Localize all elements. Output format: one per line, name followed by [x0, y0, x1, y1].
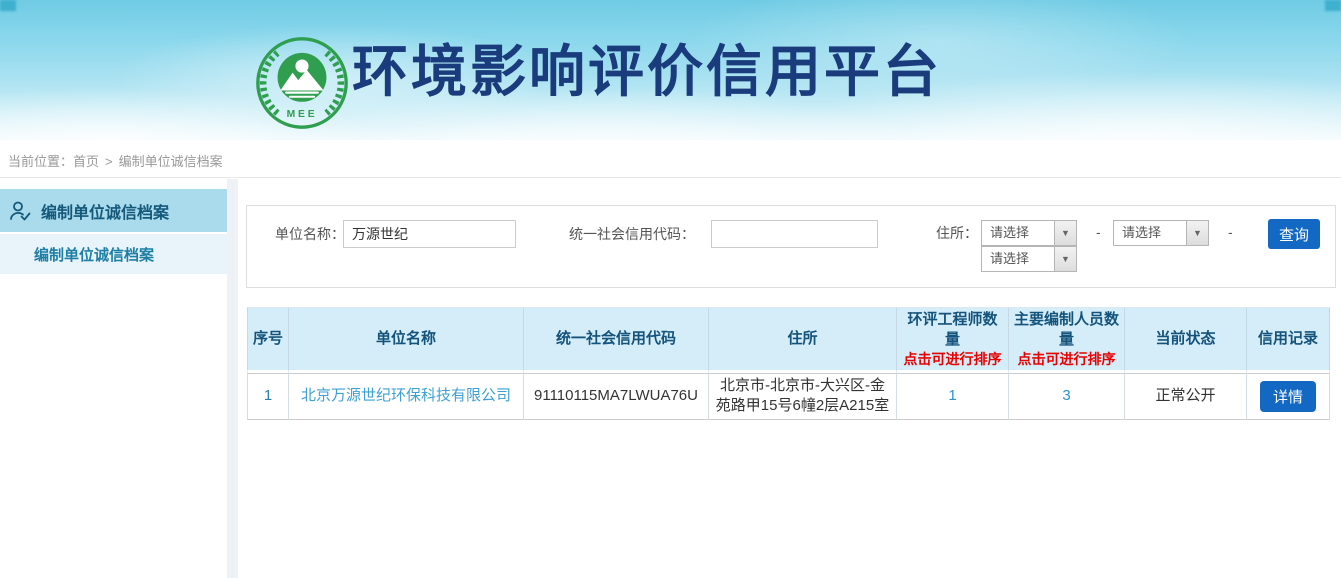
- sort-hint[interactable]: 点击可进行排序: [901, 350, 1004, 368]
- credit-code-input[interactable]: [711, 220, 878, 248]
- results-table-wrapper: 序号 单位名称 统一社会信用代码 住所 环评工程师数量 点击可进行排序 主要编制…: [247, 307, 1330, 420]
- site-banner: MEE 环境影响评价信用平台: [0, 0, 1341, 140]
- col-address: 住所: [709, 307, 897, 370]
- breadcrumb-prefix: 当前位置：: [8, 154, 73, 169]
- main-content: 单位名称： 统一社会信用代码： 住所： 请选择 ▼ - 请选择 ▼ - 请选择 …: [238, 179, 1341, 578]
- engineer-count-link[interactable]: 1: [948, 387, 956, 404]
- page-body: 编制单位诚信档案 编制单位诚信档案 单位名称： 统一社会信用代码： 住所： 请选…: [0, 179, 1341, 578]
- address-dash: -: [1096, 224, 1101, 240]
- banner-corner-decoration: [1325, 0, 1341, 11]
- mee-logo-icon: MEE: [255, 36, 349, 130]
- district-select[interactable]: 请选择 ▼: [981, 246, 1077, 272]
- city-select[interactable]: 请选择 ▼: [1113, 220, 1209, 246]
- breadcrumb-separator: >: [105, 154, 113, 169]
- table-header-row: 序号 单位名称 统一社会信用代码 住所 环评工程师数量 点击可进行排序 主要编制…: [247, 307, 1330, 370]
- query-button[interactable]: 查询: [1268, 219, 1320, 249]
- col-status: 当前状态: [1125, 307, 1247, 370]
- sidebar-item-archive-group[interactable]: 编制单位诚信档案: [0, 189, 227, 232]
- province-select[interactable]: 请选择 ▼: [981, 220, 1077, 246]
- breadcrumb-current: 编制单位诚信档案: [119, 154, 223, 169]
- site-title: 环境影响评价信用平台: [352, 34, 942, 110]
- sidebar: 编制单位诚信档案 编制单位诚信档案: [0, 179, 227, 578]
- chevron-down-icon[interactable]: ▼: [1054, 247, 1076, 271]
- address-cell: 北京市-北京市-大兴区-金苑路甲15号6幢2层A215室: [709, 373, 897, 420]
- col-index: 序号: [247, 307, 289, 370]
- sidebar-divider: [227, 179, 238, 578]
- logo-text: MEE: [287, 109, 318, 120]
- breadcrumb-home-link[interactable]: 首页: [73, 154, 99, 169]
- company-name-link[interactable]: 北京万源世纪环保科技有限公司: [301, 387, 511, 404]
- col-credit-code: 统一社会信用代码: [524, 307, 709, 370]
- staff-count-link[interactable]: 3: [1062, 387, 1070, 404]
- col-unit-name: 单位名称: [289, 307, 524, 370]
- city-select-value: 请选择: [1114, 221, 1186, 245]
- results-table: 序号 单位名称 统一社会信用代码 住所 环评工程师数量 点击可进行排序 主要编制…: [247, 307, 1330, 420]
- province-select-value: 请选择: [982, 221, 1054, 245]
- table-row: 1 北京万源世纪环保科技有限公司 91110115MA7LWUA76U 北京市-…: [247, 373, 1330, 420]
- sort-hint[interactable]: 点击可进行排序: [1013, 350, 1120, 368]
- banner-corner-decoration: [0, 0, 16, 11]
- credit-code-label: 统一社会信用代码：: [569, 220, 695, 248]
- address-label: 住所：: [936, 219, 978, 247]
- sidebar-item-label: 编制单位诚信档案: [41, 199, 169, 223]
- breadcrumb-bar: 当前位置：首页 > 编制单位诚信档案: [0, 140, 1341, 178]
- col-credit-record: 信用记录: [1247, 307, 1330, 370]
- district-select-value: 请选择: [982, 247, 1054, 271]
- address-dash: -: [1228, 224, 1233, 240]
- unit-name-input[interactable]: [343, 220, 516, 248]
- unit-name-label: 单位名称：: [275, 220, 345, 248]
- user-check-icon: [8, 199, 32, 223]
- sidebar-subitem-label: 编制单位诚信档案: [34, 244, 154, 265]
- col-staff-count-sortable[interactable]: 主要编制人员数量 点击可进行排序: [1009, 307, 1125, 370]
- search-panel: 单位名称： 统一社会信用代码： 住所： 请选择 ▼ - 请选择 ▼ - 请选择 …: [246, 205, 1336, 288]
- sidebar-item-archive[interactable]: 编制单位诚信档案: [0, 234, 227, 274]
- chevron-down-icon[interactable]: ▼: [1054, 221, 1076, 245]
- detail-button[interactable]: 详情: [1260, 381, 1316, 412]
- status-cell: 正常公开: [1125, 373, 1247, 420]
- row-index: 1: [247, 373, 289, 420]
- breadcrumb: 当前位置：首页 > 编制单位诚信档案: [0, 140, 1341, 170]
- col-engineer-count-sortable[interactable]: 环评工程师数量 点击可进行排序: [897, 307, 1009, 370]
- credit-code-cell: 91110115MA7LWUA76U: [524, 373, 709, 420]
- chevron-down-icon[interactable]: ▼: [1186, 221, 1208, 245]
